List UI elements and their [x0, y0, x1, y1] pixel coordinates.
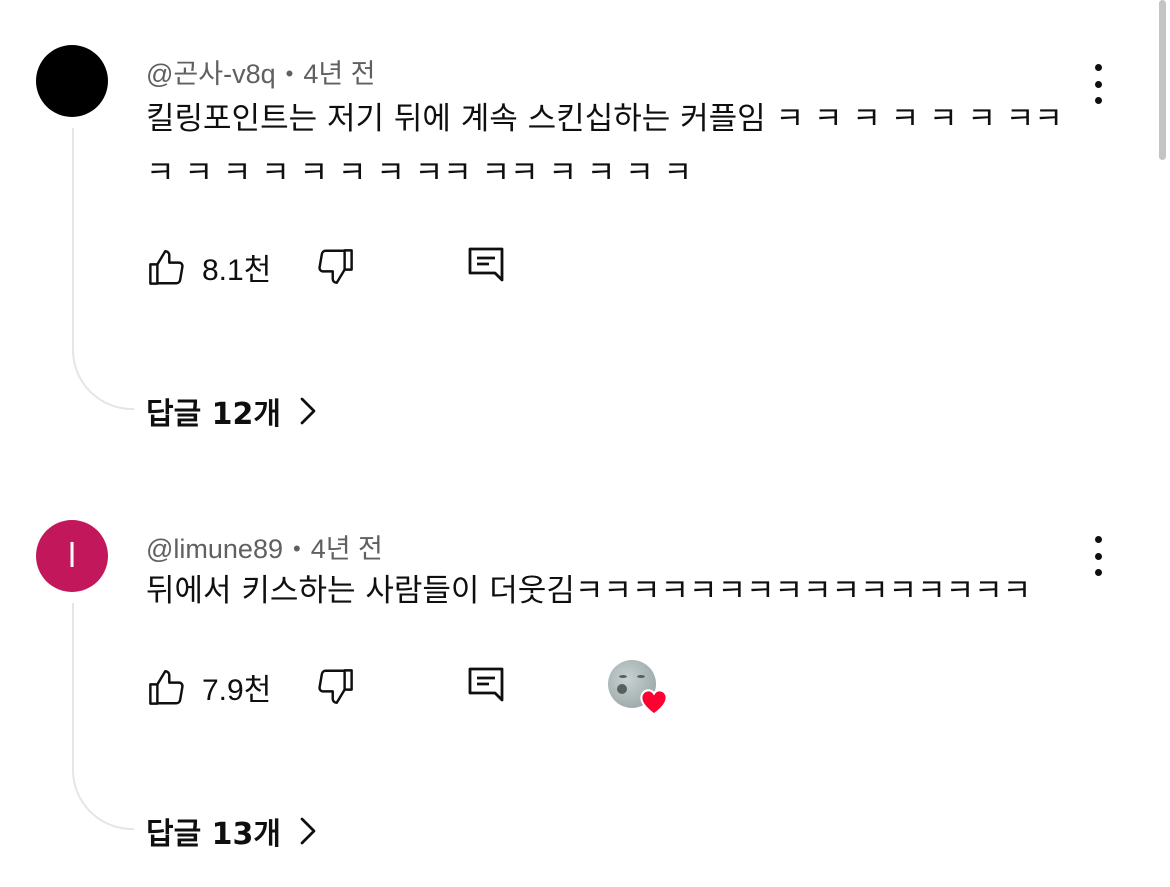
comment-text: 뒤에서 키스하는 사람들이 더웃김ㅋㅋㅋㅋㅋㅋㅋㅋㅋㅋㅋㅋㅋㅋㅋㅋ [146, 573, 1032, 609]
view-replies-button[interactable]: 답글 13개 [146, 809, 317, 853]
reply-button[interactable] [466, 662, 506, 712]
avatar-letter: l [68, 536, 76, 575]
like-button[interactable]: 7.9천 [146, 662, 271, 712]
thread-line [72, 603, 134, 830]
comment-actions: 7.9천 [146, 660, 746, 716]
chevron-right-icon [300, 817, 316, 845]
scrollbar[interactable] [1159, 0, 1166, 160]
creator-heart-badge [608, 660, 672, 716]
avatar[interactable]: l [36, 520, 108, 592]
comment-2: l @limune89 • 4년 전 뒤에서 키스하는 사람들이 더웃김ㅋㅋㅋㅋㅋㅋ… [0, 0, 1150, 887]
meta-separator: • [292, 536, 301, 561]
comment-time[interactable]: 4년 전 [311, 534, 383, 564]
more-vertical-icon [1094, 536, 1102, 543]
like-count: 7.9천 [202, 674, 272, 707]
thumbs-down-icon [318, 669, 353, 704]
comment-meta: @limune89 • 4년 전 [146, 527, 383, 566]
thumbs-up-icon [149, 670, 184, 705]
comment-author[interactable]: @limune89 [146, 534, 283, 564]
dislike-button[interactable] [314, 662, 356, 712]
replies-label: 답글 13개 [146, 817, 281, 852]
heart-icon [640, 689, 668, 716]
reply-icon [468, 667, 504, 702]
